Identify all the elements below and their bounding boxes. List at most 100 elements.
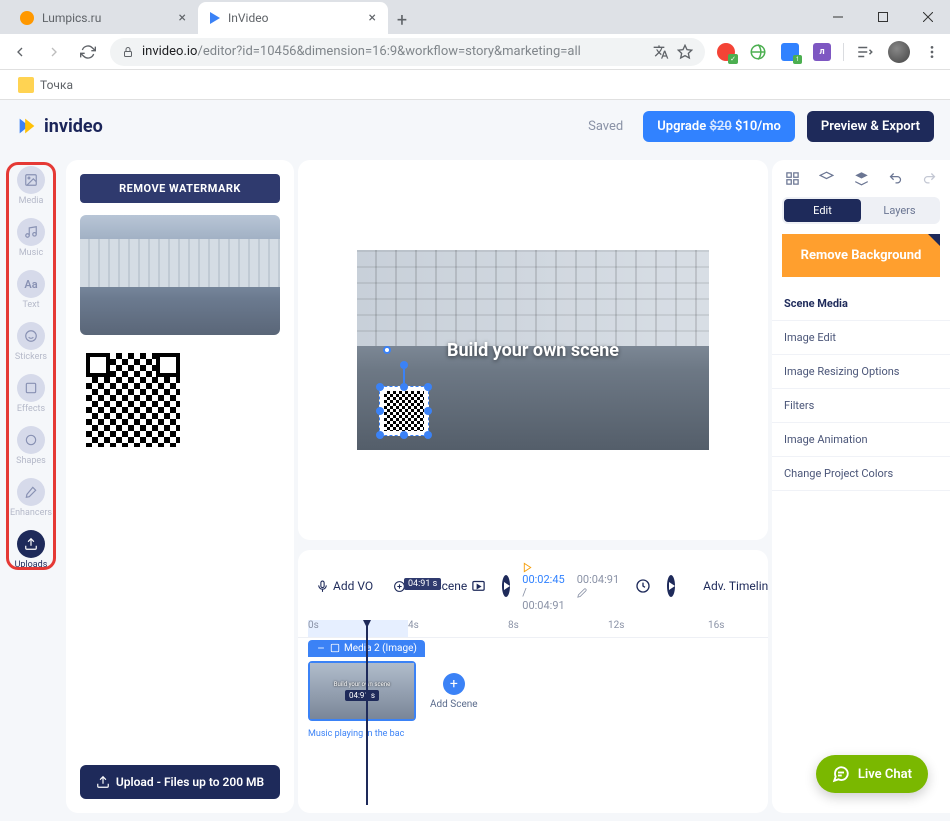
new-tab-button[interactable]: + <box>388 6 416 34</box>
back-button[interactable] <box>8 40 32 64</box>
canvas[interactable]: Build your own scene <box>357 250 709 450</box>
panel-tabs: Edit Layers <box>782 197 940 224</box>
music-icon <box>17 218 45 246</box>
chat-icon <box>832 765 850 783</box>
resize-handle[interactable] <box>400 383 408 391</box>
history-button[interactable] <box>631 575 655 597</box>
extension-icon[interactable]: л <box>811 41 833 63</box>
selected-element-qr[interactable] <box>379 386 429 436</box>
extension-icon[interactable] <box>747 41 769 63</box>
resize-handle[interactable] <box>424 407 432 415</box>
rail-item-music[interactable]: Music <box>17 214 45 262</box>
upgrade-button[interactable]: Upgrade $20 $10/mo <box>643 111 795 142</box>
menu-icon[interactable] <box>922 42 942 62</box>
resize-handle[interactable] <box>376 407 384 415</box>
browser-tab-invideo[interactable]: InVideo × <box>198 2 388 34</box>
tab-title: Lumpics.ru <box>42 11 101 25</box>
asset-rail: Media Music AaText Stickers Effects Shap… <box>0 152 62 821</box>
maximize-button[interactable] <box>860 0 905 34</box>
resize-handle[interactable] <box>376 383 384 391</box>
profile-avatar[interactable] <box>886 39 912 65</box>
close-icon[interactable]: × <box>179 10 186 26</box>
section-image-edit[interactable]: Image Edit <box>772 321 950 355</box>
brand-logo[interactable]: invideo <box>16 115 103 137</box>
sticker-icon <box>17 322 45 350</box>
section-scene-media[interactable]: Scene Media <box>772 287 950 321</box>
grid-icon[interactable] <box>782 168 803 189</box>
layers-front-icon[interactable] <box>851 168 872 189</box>
remove-watermark-button[interactable]: REMOVE WATERMARK <box>80 174 280 203</box>
preview-export-button[interactable]: Preview & Export <box>807 111 934 142</box>
logo-icon <box>16 115 38 137</box>
reload-button[interactable] <box>76 40 100 64</box>
extension-icon[interactable]: 1 <box>779 41 801 63</box>
browser-tab-lumpics[interactable]: Lumpics.ru × <box>8 2 198 34</box>
image-icon <box>17 166 45 194</box>
origin-handle[interactable] <box>383 346 391 354</box>
timeline-ruler[interactable]: 0s 4s 8s 12s 16s 20s <box>298 620 768 638</box>
timeline: Add VO Add Scene 00:02:45 / 00:04:91 00:… <box>298 550 768 813</box>
upload-button[interactable]: Upload - Files up to 200 MB <box>80 765 280 799</box>
rail-item-uploads[interactable]: Uploads <box>15 526 48 574</box>
resize-handle[interactable] <box>400 431 408 439</box>
redo-icon[interactable] <box>919 168 940 189</box>
layers-back-icon[interactable] <box>816 168 837 189</box>
tab-edit[interactable]: Edit <box>784 199 861 222</box>
uploads-panel: REMOVE WATERMARK Upload - Files up to 20… <box>66 160 294 813</box>
add-scene-inline[interactable]: + Add Scene <box>430 673 478 710</box>
rail-item-media[interactable]: Media <box>17 162 45 210</box>
brand-name: invideo <box>44 116 103 137</box>
undo-icon[interactable] <box>885 168 906 189</box>
resize-handle[interactable] <box>376 431 384 439</box>
bookmark-label: Точка <box>40 78 73 92</box>
track-header[interactable]: Media 2 (Image) <box>308 640 425 657</box>
live-chat-button[interactable]: Live Chat <box>816 755 928 793</box>
reading-list-icon[interactable] <box>854 41 876 63</box>
enhancers-icon <box>17 478 45 506</box>
canvas-area: Build your own scene <box>298 160 768 540</box>
canvas-text: Build your own scene <box>447 340 619 361</box>
rail-item-enhancers[interactable]: Enhancers <box>10 474 52 522</box>
upload-icon <box>17 530 45 558</box>
plus-icon: + <box>443 673 465 695</box>
properties-panel: Edit Layers Remove Background Scene Medi… <box>772 160 950 813</box>
section-colors[interactable]: Change Project Colors <box>772 457 950 491</box>
minimize-button[interactable] <box>815 0 860 34</box>
timeline-clip[interactable]: ••• Build your own scene 04:91 s <box>308 661 416 721</box>
play-all-button[interactable] <box>667 575 675 597</box>
section-resizing[interactable]: Image Resizing Options <box>772 355 950 389</box>
rotate-handle[interactable] <box>400 361 408 369</box>
add-vo-button[interactable]: Add VO <box>312 576 377 596</box>
upload-thumbnail-video[interactable] <box>80 215 280 335</box>
resize-handle[interactable] <box>424 383 432 391</box>
forward-button[interactable] <box>42 40 66 64</box>
section-animation[interactable]: Image Animation <box>772 423 950 457</box>
tab-layers[interactable]: Layers <box>861 199 938 222</box>
rail-item-shapes[interactable]: Shapes <box>16 422 46 470</box>
music-track-label[interactable]: Music playing in the bac <box>298 725 768 743</box>
bookmark-item[interactable]: Точка <box>12 75 79 95</box>
remove-background-button[interactable]: Remove Background <box>782 234 940 277</box>
rail-item-text[interactable]: AaText <box>17 266 45 314</box>
resize-handle[interactable] <box>424 431 432 439</box>
image-icon <box>330 643 340 653</box>
saved-status: Saved <box>588 119 623 134</box>
translate-icon[interactable] <box>653 44 669 60</box>
rail-item-effects[interactable]: Effects <box>17 370 45 418</box>
time-extra: 00:04:91 <box>577 573 619 599</box>
divider <box>843 43 844 61</box>
tab-title: InVideo <box>228 11 268 25</box>
section-filters[interactable]: Filters <box>772 389 950 423</box>
folder-icon <box>18 77 34 93</box>
rail-item-stickers[interactable]: Stickers <box>15 318 47 366</box>
adv-timeline-button[interactable]: Adv. Timeline <box>699 576 768 596</box>
tab-favicon <box>210 12 220 24</box>
bookmarks-bar: Точка <box>0 70 950 100</box>
upload-thumbnail-qr[interactable] <box>80 347 186 453</box>
close-icon[interactable]: × <box>369 10 376 26</box>
extension-icon[interactable]: ✓ <box>715 41 737 63</box>
url-bar[interactable]: invideo.io/editor?id=10456&dimension=16:… <box>110 38 705 66</box>
close-window-button[interactable] <box>905 0 950 34</box>
star-icon[interactable] <box>677 44 693 60</box>
play-button[interactable] <box>502 575 510 597</box>
